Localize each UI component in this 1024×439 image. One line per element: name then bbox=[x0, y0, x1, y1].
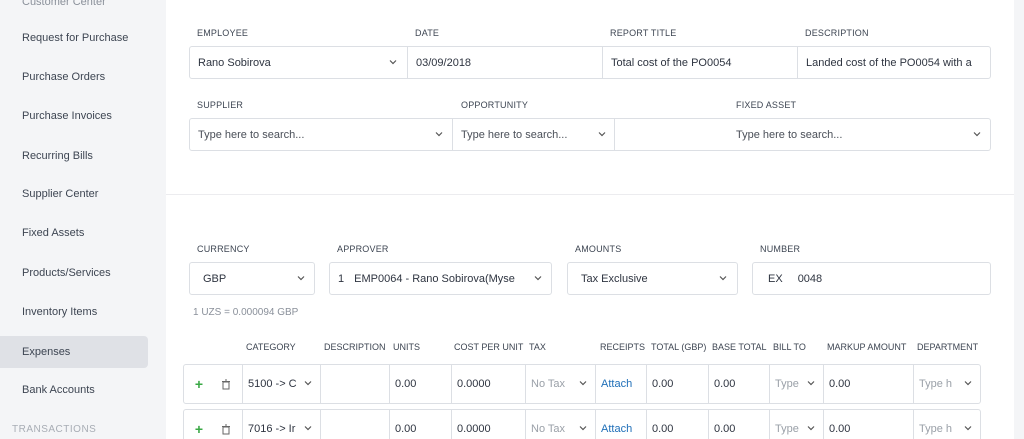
number-prefix: EX bbox=[768, 272, 783, 285]
currency-select[interactable]: GBP bbox=[189, 262, 315, 295]
amounts-label: AMOUNTS bbox=[575, 244, 622, 254]
chevron-down-icon bbox=[303, 423, 313, 433]
cost-per-unit-input[interactable]: 0.0000 bbox=[451, 410, 525, 439]
description-cell[interactable] bbox=[320, 410, 389, 439]
opportunity-label: OPPORTUNITY bbox=[461, 100, 529, 110]
table-row: + 5100 -> C 0.00 0.0000 No Tax Attach 0.… bbox=[183, 364, 981, 404]
report-title-label: REPORT TITLE bbox=[610, 28, 677, 38]
date-input[interactable]: 03/09/2018 bbox=[408, 47, 603, 78]
opportunity-search[interactable]: Type here to search... bbox=[453, 119, 615, 150]
sidebar-item-recurring-bills[interactable]: Recurring Bills bbox=[0, 140, 148, 172]
supplier-search[interactable]: Type here to search... bbox=[190, 119, 453, 150]
total-cell: 0.00 bbox=[646, 365, 708, 403]
description-cell[interactable] bbox=[320, 365, 389, 403]
chevron-down-icon bbox=[578, 423, 588, 433]
sidebar-item-expenses[interactable]: Expenses bbox=[0, 336, 148, 368]
units-input[interactable]: 0.00 bbox=[389, 365, 451, 403]
employee-select[interactable]: Rano Sobirova bbox=[190, 47, 408, 78]
amounts-select[interactable]: Tax Exclusive bbox=[567, 262, 738, 295]
col-header-bill-to: BILL TO bbox=[773, 342, 806, 352]
approver-select[interactable]: 1 EMP0064 - Rano Sobirova(Myse bbox=[329, 262, 552, 295]
sidebar-item-request-for-purchase[interactable]: Request for Purchase bbox=[0, 22, 148, 54]
link-fields-group: Type here to search... Type here to sear… bbox=[189, 118, 991, 151]
section-divider bbox=[166, 194, 1014, 195]
chevron-down-icon bbox=[296, 273, 306, 283]
chevron-down-icon bbox=[578, 378, 588, 388]
trash-icon[interactable] bbox=[214, 410, 242, 439]
approver-index: 1 bbox=[338, 272, 345, 285]
add-row-icon[interactable]: + bbox=[184, 410, 214, 439]
sidebar-item-supplier-center[interactable]: Supplier Center bbox=[0, 178, 148, 210]
sidebar-item-bank-accounts[interactable]: Bank Accounts bbox=[0, 374, 148, 406]
chevron-down-icon bbox=[303, 378, 313, 388]
fixed-asset-search[interactable]: Type here to search... bbox=[615, 119, 990, 150]
description-input[interactable]: Landed cost of the PO0054 with a bbox=[798, 47, 990, 78]
chevron-down-icon bbox=[806, 423, 816, 433]
chevron-down-icon bbox=[718, 273, 728, 283]
cost-per-unit-input[interactable]: 0.0000 bbox=[451, 365, 525, 403]
header-fields-group: Rano Sobirova 03/09/2018 Total cost of t… bbox=[189, 46, 991, 79]
markup-amount-input[interactable]: 0.00 bbox=[823, 410, 913, 439]
description-label: DESCRIPTION bbox=[805, 28, 869, 38]
sidebar-item-inventory-items[interactable]: Inventory Items bbox=[0, 296, 148, 328]
chevron-down-icon bbox=[597, 129, 607, 139]
tax-select[interactable]: No Tax bbox=[525, 365, 595, 403]
units-input[interactable]: 0.00 bbox=[389, 410, 451, 439]
supplier-label: SUPPLIER bbox=[197, 100, 244, 110]
col-header-description: DESCRIPTION bbox=[324, 342, 386, 352]
chevron-down-icon bbox=[972, 129, 982, 139]
trash-icon[interactable] bbox=[214, 365, 242, 403]
employee-label: EMPLOYEE bbox=[197, 28, 249, 38]
page-right-edge bbox=[1014, 0, 1024, 439]
report-title-input[interactable]: Total cost of the PO0054 bbox=[603, 47, 798, 78]
sidebar-item-products-services[interactable]: Products/Services bbox=[0, 257, 148, 289]
base-total-cell: 0.00 bbox=[708, 365, 769, 403]
col-header-markup-amount: MARKUP AMOUNT bbox=[827, 342, 907, 352]
bill-to-select[interactable]: Type bbox=[769, 410, 823, 439]
sidebar-section-transactions: TRANSACTIONS bbox=[12, 424, 97, 435]
sidebar-item-purchase-invoices[interactable]: Purchase Invoices bbox=[0, 100, 148, 132]
sidebar-item-purchase-orders[interactable]: Purchase Orders bbox=[0, 61, 148, 93]
department-select[interactable]: Type h bbox=[913, 365, 980, 403]
attach-receipt-link[interactable]: Attach bbox=[595, 365, 646, 403]
number-label: NUMBER bbox=[760, 244, 801, 254]
bill-to-select[interactable]: Type bbox=[769, 365, 823, 403]
number-input[interactable]: EX 0048 bbox=[752, 262, 991, 295]
col-header-department: DEPARTMENT bbox=[917, 342, 979, 352]
chevron-down-icon bbox=[434, 129, 444, 139]
chevron-down-icon bbox=[963, 423, 973, 433]
col-header-base-total: BASE TOTAL bbox=[712, 342, 767, 352]
number-value: 0048 bbox=[797, 272, 823, 285]
attach-receipt-link[interactable]: Attach bbox=[595, 410, 646, 439]
tax-select[interactable]: No Tax bbox=[525, 410, 595, 439]
col-header-total: TOTAL (GBP) bbox=[651, 342, 707, 352]
category-select[interactable]: 7016 -> Ir bbox=[242, 410, 320, 439]
col-header-cost-per-unit: COST PER UNIT bbox=[454, 342, 524, 352]
exchange-rate-note: 1 UZS = 0.000094 GBP bbox=[193, 307, 299, 318]
add-row-icon[interactable]: + bbox=[184, 365, 214, 403]
sidebar: Customer Center Request for Purchase Pur… bbox=[0, 0, 166, 439]
chevron-down-icon bbox=[963, 378, 973, 388]
col-header-receipts: RECEIPTS bbox=[600, 342, 646, 352]
date-label: DATE bbox=[415, 28, 440, 38]
col-header-category: CATEGORY bbox=[246, 342, 296, 352]
col-header-tax: TAX bbox=[529, 342, 546, 352]
markup-amount-input[interactable]: 0.00 bbox=[823, 365, 913, 403]
sidebar-item-fixed-assets[interactable]: Fixed Assets bbox=[0, 217, 148, 249]
currency-label: CURRENCY bbox=[197, 244, 250, 254]
fixed-asset-label: FIXED ASSET bbox=[736, 100, 797, 110]
table-row: + 7016 -> Ir 0.00 0.0000 No Tax Attach 0… bbox=[183, 409, 981, 439]
approver-label: APPROVER bbox=[337, 244, 389, 254]
category-select[interactable]: 5100 -> C bbox=[242, 365, 320, 403]
sidebar-item-customer-center[interactable]: Customer Center bbox=[0, 0, 148, 18]
col-header-units: UNITS bbox=[393, 342, 420, 352]
department-select[interactable]: Type h bbox=[913, 410, 980, 439]
chevron-down-icon bbox=[806, 378, 816, 388]
chevron-down-icon bbox=[388, 57, 398, 67]
total-cell: 0.00 bbox=[646, 410, 708, 439]
chevron-down-icon bbox=[533, 273, 543, 283]
base-total-cell: 0.00 bbox=[708, 410, 769, 439]
